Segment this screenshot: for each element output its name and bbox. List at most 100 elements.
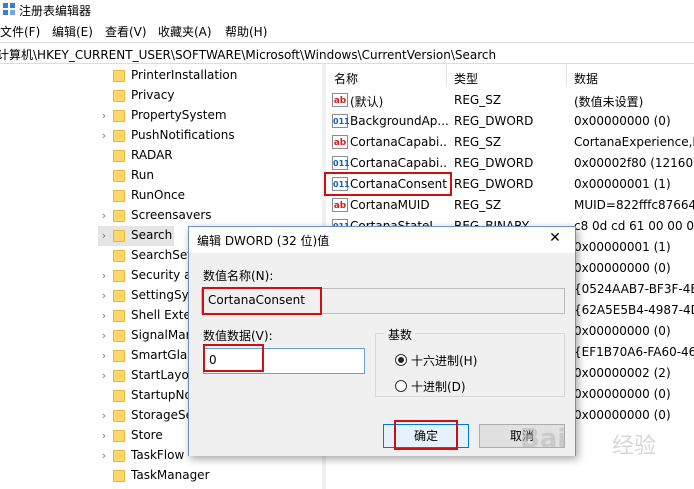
- value-data: 0x00000001 (1): [574, 240, 671, 254]
- tree-item-label: SmartGlas: [131, 348, 194, 362]
- value-row[interactable]: ab CortanaCapabi... REG_SZ CortanaExperienc…: [326, 132, 694, 153]
- value-data: c8 0d cd 61 00 00 00: [574, 219, 694, 233]
- close-icon[interactable]: ✕: [547, 229, 563, 247]
- menu-edit[interactable]: 编辑(E): [52, 23, 93, 40]
- value-row[interactable]: ab (默认) REG_SZ (数值未设置): [326, 90, 694, 111]
- radio-hex[interactable]: [395, 354, 407, 366]
- tree-item-label: StorageSe: [131, 408, 193, 422]
- value-type: REG_SZ: [454, 93, 502, 107]
- value-type: REG_DWORD: [454, 156, 534, 170]
- folder-icon: [113, 370, 125, 382]
- folder-icon: [113, 150, 125, 162]
- folder-icon: [113, 70, 125, 82]
- column-divider[interactable]: [566, 64, 567, 86]
- chevron-right-icon[interactable]: ›: [98, 269, 110, 283]
- radio-dec[interactable]: [395, 380, 407, 392]
- tree-item-label: Privacy: [131, 88, 175, 102]
- value-data: {62A5E5B4-4987-4DC: [574, 303, 694, 317]
- tree-item[interactable]: TaskManager: [98, 466, 322, 486]
- value-type: REG_SZ: [454, 135, 502, 149]
- folder-icon: [113, 330, 125, 342]
- watermark-subtext: 经验: [612, 434, 657, 459]
- value-data: {0524AAB7-BF3F-4B7: [574, 282, 694, 296]
- tree-item-label: TaskManager: [131, 468, 210, 482]
- folder-icon: [113, 310, 125, 322]
- folder-icon: [113, 110, 125, 122]
- tree-item[interactable]: RunOnce: [98, 186, 322, 206]
- menu-file[interactable]: 文件(F): [0, 23, 40, 40]
- folder-icon: [113, 90, 125, 102]
- chevron-right-icon[interactable]: ›: [98, 109, 110, 123]
- chevron-right-icon[interactable]: ›: [98, 429, 110, 443]
- column-header-data[interactable]: 数据: [574, 70, 598, 87]
- chevron-right-icon[interactable]: ›: [98, 449, 110, 463]
- value-data: {EF1B70A6-FA60-468: [574, 345, 694, 359]
- menu-bar: 文件(F) 编辑(E) 查看(V) 收藏夹(A) 帮助(H): [0, 20, 694, 42]
- value-row[interactable]: 011 CortanaCapabi... REG_DWORD 0x00002f80 (…: [326, 153, 694, 174]
- radio-hex-label[interactable]: 十六进制(H): [411, 352, 477, 369]
- highlight-box: [203, 344, 264, 372]
- chevron-right-icon[interactable]: ›: [98, 369, 110, 383]
- chevron-right-icon[interactable]: ›: [98, 409, 110, 423]
- tree-item[interactable]: › PropertySystem: [98, 106, 322, 126]
- column-header-type[interactable]: 类型: [454, 70, 478, 87]
- tree-item-label: Screensavers: [131, 208, 212, 222]
- value-data: 0x00000000 (0): [574, 387, 671, 401]
- chevron-right-icon[interactable]: ›: [98, 309, 110, 323]
- value-data: 0x00000000 (0): [574, 261, 671, 275]
- folder-icon: [113, 130, 125, 142]
- folder-icon: [113, 390, 125, 402]
- value-type: REG_SZ: [454, 198, 502, 212]
- folder-icon: [113, 250, 125, 262]
- folder-icon: [113, 470, 125, 482]
- column-header-name[interactable]: 名称: [334, 70, 358, 87]
- tree-item[interactable]: PrinterInstallation: [98, 66, 322, 86]
- tree-item-label: PropertySystem: [131, 108, 227, 122]
- value-data: 0x00000000 (0): [574, 324, 671, 338]
- folder-icon: [113, 210, 125, 222]
- dialog-title: 编辑 DWORD (32 位)值: [197, 234, 330, 248]
- folder-icon: [113, 270, 125, 282]
- tree-item-label: Store: [131, 428, 163, 442]
- tree-item[interactable]: Run: [98, 166, 322, 186]
- tree-item[interactable]: RADAR: [98, 146, 322, 166]
- tree-item[interactable]: › Screensavers: [98, 206, 322, 226]
- string-value-icon: ab: [332, 135, 348, 149]
- tree-item-label: RADAR: [131, 148, 173, 162]
- chevron-right-icon[interactable]: ›: [98, 289, 110, 303]
- dialog-body: 数值名称(N): CortanaConsent 数值数据(V): 0 基数 十六…: [189, 253, 575, 456]
- value-name: BackgroundAp...: [350, 114, 448, 128]
- value-row[interactable]: ab CortanaMUID REG_SZ MUID=822fffc876644: [326, 195, 694, 216]
- menu-favorites[interactable]: 收藏夹(A): [158, 23, 212, 40]
- chevron-right-icon[interactable]: ›: [98, 329, 110, 343]
- folder-icon: [113, 290, 125, 302]
- tree-item-label: Search: [131, 228, 173, 242]
- folder-icon: [113, 170, 125, 182]
- tree-item[interactable]: › Search: [98, 226, 174, 246]
- value-name-label: 数值名称(N):: [203, 269, 274, 283]
- chevron-right-icon[interactable]: ›: [98, 129, 110, 143]
- edit-dword-dialog: 编辑 DWORD (32 位)值 ✕ 数值名称(N): CortanaConse…: [188, 226, 576, 456]
- value-name: CortanaCapabi...: [350, 135, 448, 149]
- radio-dec-label[interactable]: 十进制(D): [411, 378, 466, 395]
- chevron-right-icon[interactable]: ›: [98, 209, 110, 223]
- menu-view[interactable]: 查看(V): [105, 23, 147, 40]
- chevron-right-icon[interactable]: ›: [98, 349, 110, 363]
- address-bar[interactable]: 计算机\HKEY_CURRENT_USER\SOFTWARE\Microsoft…: [0, 42, 694, 64]
- highlight-box: [202, 287, 322, 315]
- binary-value-icon: 011: [332, 114, 350, 128]
- tree-item[interactable]: Privacy: [98, 86, 322, 106]
- tree-item[interactable]: › PushNotifications: [98, 126, 322, 146]
- menu-help[interactable]: 帮助(H): [225, 23, 267, 40]
- address-path[interactable]: 计算机\HKEY_CURRENT_USER\SOFTWARE\Microsoft…: [0, 46, 496, 63]
- value-data: 0x00000000 (0): [574, 114, 671, 128]
- baidu-watermark: Bai 经验: [520, 424, 690, 464]
- title-bar: 注册表编辑器: [0, 0, 694, 20]
- tree-item-label: PushNotifications: [131, 128, 235, 142]
- value-type: REG_DWORD: [454, 177, 534, 191]
- window-title: 注册表编辑器: [19, 4, 92, 18]
- tree-item-label: SearchSett: [131, 248, 197, 262]
- chevron-right-icon[interactable]: ›: [98, 229, 110, 243]
- value-row[interactable]: 011 BackgroundAp... REG_DWORD 0x00000000 (0…: [326, 111, 694, 132]
- column-divider[interactable]: [446, 64, 447, 86]
